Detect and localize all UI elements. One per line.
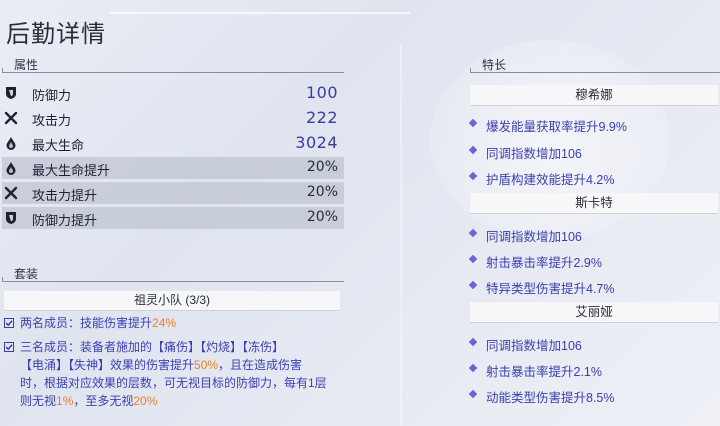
set-section-header: 套装	[0, 264, 345, 282]
member-name-bar: 斯卡特	[470, 193, 718, 214]
stat-name: 防御力提升	[32, 213, 98, 228]
stat-name: 最大生命	[32, 138, 85, 153]
stat-row-defense-boost: 防御力提升 20%	[2, 207, 344, 229]
diamond-bullet-icon	[468, 145, 478, 155]
checkbox-checked-icon	[4, 342, 14, 352]
set-bonus-text: ，至多无视	[73, 394, 134, 408]
stat-row-defense: 防御力 100	[2, 82, 344, 104]
set-header-label: 套装	[14, 267, 39, 281]
section-divider-tick	[470, 68, 471, 73]
attributes-section-header: 属性	[0, 55, 345, 73]
set-bonus-value: 1%	[56, 394, 74, 408]
set-bonus-line: 三名成员：装备者施加的【痛伤】【灼烧】【冻伤】	[20, 340, 285, 354]
stat-row-attack: 攻击力 222	[2, 107, 344, 129]
diamond-bullet-icon	[468, 389, 478, 399]
crossed-swords-icon	[4, 186, 18, 200]
section-divider	[2, 281, 344, 282]
checkbox-checked-icon	[4, 318, 14, 328]
attributes-header-label: 属性	[14, 58, 39, 72]
shield-icon	[6, 87, 16, 99]
diamond-bullet-icon	[468, 171, 478, 181]
section-divider	[470, 72, 720, 73]
stat-name: 攻击力提升	[32, 188, 98, 203]
stat-row-max-hp: 最大生命 3024	[2, 132, 344, 154]
section-divider-tick	[2, 277, 3, 282]
set-name-bar: 祖灵小队 (3/3)	[4, 291, 340, 311]
stat-value: 20%	[306, 159, 338, 175]
diamond-bullet-icon	[468, 254, 478, 264]
stat-value: 100	[305, 83, 338, 102]
diamond-bullet-icon	[468, 228, 478, 238]
stat-name: 防御力	[32, 88, 72, 103]
crossed-swords-icon	[4, 111, 18, 125]
set-bonus-value: 20%	[133, 394, 158, 408]
page-title: 后勤详情	[6, 21, 106, 48]
specialty-section-header: 特长	[468, 55, 720, 73]
stat-row-max-hp-boost: 最大生命提升 20%	[2, 157, 344, 179]
stat-name: 最大生命提升	[32, 163, 111, 178]
diamond-bullet-icon	[468, 280, 478, 290]
stat-value: 3024	[295, 133, 338, 152]
section-divider	[2, 72, 344, 73]
set-bonus-line: 时，根据对应效果的层数，可无视目标的防御力，每有1层	[20, 376, 327, 390]
member-name-bar: 穆希娜	[470, 85, 718, 106]
stat-value: 20%	[306, 184, 338, 200]
background-decoration	[110, 12, 410, 14]
stat-name: 攻击力	[32, 113, 72, 128]
set-bonus-text: 两名成员：技能伤害提升	[20, 316, 153, 330]
diamond-bullet-icon	[468, 363, 478, 373]
set-bonus-text: 则无视	[20, 394, 57, 408]
member-name-bar: 艾丽娅	[470, 302, 718, 323]
background-decoration	[400, 45, 402, 425]
set-bonus-value: 50%	[194, 358, 219, 372]
set-bonus-text: 【电涌】【失神】效果的伤害提升	[20, 358, 195, 372]
set-bonus-text: ，且在造成伤害	[218, 358, 303, 372]
diamond-bullet-icon	[468, 337, 478, 347]
set-bonus-three-piece: 三名成员：装备者施加的【痛伤】【灼烧】【冻伤】 【电涌】【失神】效果的伤害提升5…	[4, 339, 364, 409]
section-divider-tick	[2, 68, 3, 73]
stat-value: 222	[305, 108, 338, 127]
shield-icon	[6, 212, 16, 224]
diamond-bullet-icon	[468, 118, 478, 128]
stat-row-attack-boost: 攻击力提升 20%	[2, 182, 344, 204]
stat-value: 20%	[306, 209, 338, 225]
set-bonus-value: 24%	[152, 316, 177, 330]
specialty-header-label: 特长	[482, 58, 507, 72]
drop-plus-icon	[6, 162, 16, 175]
drop-icon	[6, 137, 16, 150]
set-bonus-two-piece: 两名成员：技能伤害提升24%	[4, 315, 344, 331]
